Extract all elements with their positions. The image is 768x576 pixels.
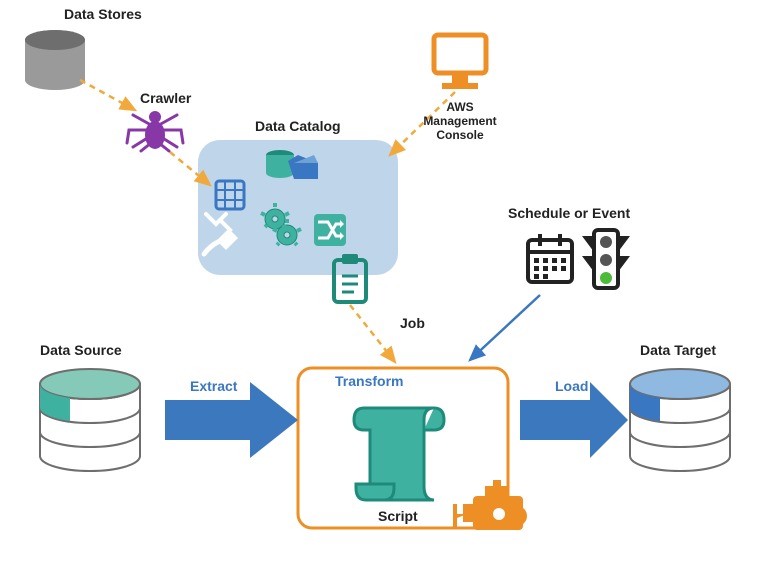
script-scroll-icon [354, 408, 444, 500]
arrow-stores-crawler [80, 80, 135, 110]
data-source-icon [40, 369, 140, 471]
crawler-icon [127, 111, 183, 151]
traffic-light-icon [582, 230, 630, 288]
catalog-clipboard-icon [334, 254, 366, 302]
data-source-label: Data Source [40, 342, 122, 358]
transform-label: Transform [335, 373, 403, 389]
catalog-shuffle-icon [314, 214, 346, 246]
script-label: Script [378, 508, 418, 524]
job-label: Job [400, 315, 425, 331]
data-stores-label: Data Stores [64, 6, 142, 22]
extract-label: Extract [190, 378, 237, 394]
engine-icon [453, 480, 527, 530]
crawler-label: Crawler [140, 90, 191, 106]
arrow-schedule-job [470, 295, 540, 360]
data-stores-icon [25, 30, 85, 90]
load-label: Load [555, 378, 588, 394]
data-target-icon [630, 369, 730, 471]
aws-console-icon [434, 35, 486, 89]
arrow-catalog-job [350, 305, 395, 362]
data-catalog-label: Data Catalog [255, 118, 341, 134]
calendar-icon [528, 234, 572, 282]
data-target-label: Data Target [640, 342, 716, 358]
schedule-label: Schedule or Event [508, 205, 630, 221]
aws-console-label: AWS Management Console [410, 100, 510, 142]
